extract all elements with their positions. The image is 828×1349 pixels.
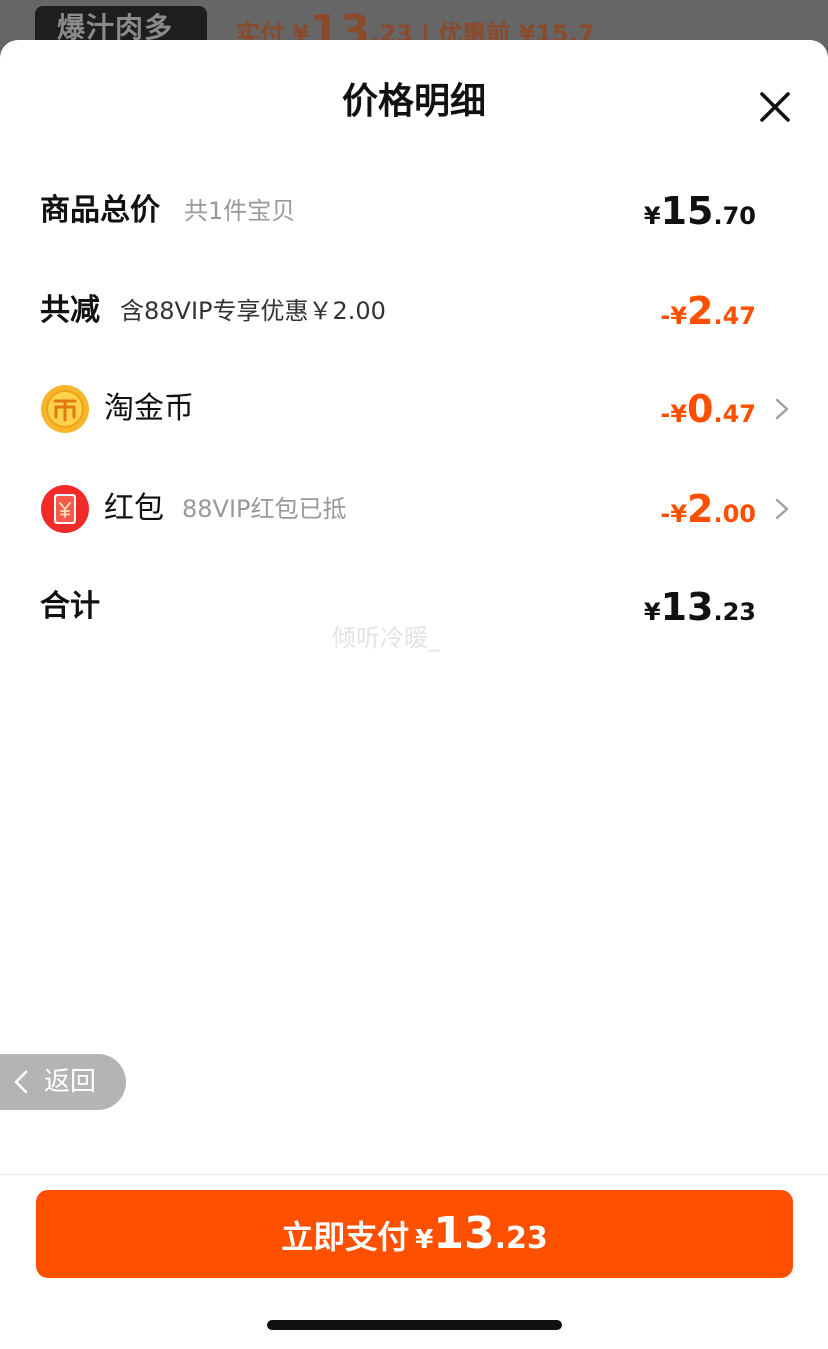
watermark-text: 倾听冷暖_ [332,624,440,652]
footer-divider [0,1174,828,1175]
pay-now-label: 立即支付 [281,1218,410,1256]
row-grand-total-label: 合计 [40,589,100,624]
row-item-total: 商品总价 共1件宝贝 ¥15.70 [0,181,828,241]
row-total-reduction-label: 共减 [40,293,100,328]
row-total-reduction: 共减 含88VIP专享优惠￥2.00 -¥2.47 [0,281,828,341]
close-icon[interactable] [756,88,794,126]
pay-now-currency: ¥ [415,1225,434,1255]
row-item-total-amount: ¥15.70 [643,189,756,233]
row-hongbao-label: 红包 [104,491,164,526]
row-total-reduction-note: 含88VIP专享优惠￥2.00 [120,297,386,325]
row-taojinbi-label: 淘金币 [104,391,194,426]
chevron-left-icon [14,1070,28,1094]
row-item-total-label: 商品总价 [40,193,160,228]
back-button[interactable]: 返回 [0,1054,126,1110]
red-envelope-icon [41,485,89,533]
row-grand-total-amount: ¥13.23 [643,585,756,629]
price-detail-sheet: 价格明细 商品总价 共1件宝贝 ¥15.70 共减 含88VIP专享优惠￥2.0… [0,40,828,1349]
row-item-total-count: 共1件宝贝 [184,197,296,225]
row-hongbao[interactable]: 红包 88VIP红包已抵 -¥2.00 [0,479,828,539]
coin-icon [41,385,89,433]
pay-now-button[interactable]: 立即支付 ¥13.23 [36,1190,793,1278]
chevron-right-icon[interactable] [772,398,792,420]
back-button-label: 返回 [44,1067,97,1097]
row-taojinbi[interactable]: 淘金币 -¥0.47 [0,379,828,439]
row-hongbao-amount: -¥2.00 [660,487,756,531]
pay-now-amount-dec: .23 [494,1221,548,1256]
row-total-reduction-amount: -¥2.47 [660,289,756,333]
row-hongbao-note: 88VIP红包已抵 [182,495,347,523]
home-indicator [267,1320,562,1330]
chevron-right-icon[interactable] [772,498,792,520]
pay-now-amount-int: 13 [433,1208,495,1259]
row-taojinbi-amount: -¥0.47 [660,387,756,431]
sheet-title: 价格明细 [341,81,486,122]
